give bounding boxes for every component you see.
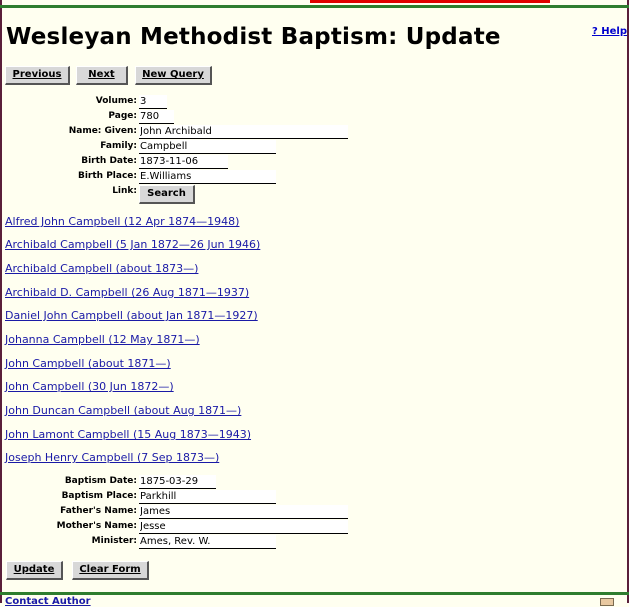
baptism-date-label: Baptism Date: (64, 476, 137, 486)
given-name-label: Name: Given: (68, 126, 137, 136)
page-label: Page: (108, 111, 137, 121)
result-link[interactable]: Archibald D. Campbell (26 Aug 1871—1937) (5, 286, 249, 299)
volume-field[interactable] (139, 95, 167, 109)
result-link[interactable]: Alfred John Campbell (12 Apr 1874—1948) (5, 215, 239, 228)
family-name-field[interactable] (139, 140, 276, 154)
search-button[interactable]: Search (139, 185, 195, 204)
result-link[interactable]: Joseph Henry Campbell (7 Sep 1873—) (5, 451, 219, 464)
previous-button-label: Previous (12, 69, 62, 80)
result-link[interactable]: John Campbell (30 Jun 1872—) (5, 380, 174, 393)
result-link[interactable]: John Campbell (about 1871—) (5, 357, 171, 370)
mother-name-field[interactable] (139, 520, 348, 534)
update-button[interactable]: Update (6, 561, 63, 580)
father-name-label: Father's Name: (60, 506, 137, 516)
result-link[interactable]: John Lamont Campbell (15 Aug 1873—1943) (5, 428, 251, 441)
birth-place-label: Birth Place: (77, 171, 137, 181)
new-query-button[interactable]: New Query (135, 66, 212, 85)
mother-name-label: Mother's Name: (56, 521, 137, 531)
clear-form-button-label: Clear Form (79, 564, 141, 575)
minister-field[interactable] (139, 535, 276, 549)
given-name-field[interactable] (139, 125, 348, 139)
result-link[interactable]: Archibald Campbell (5 Jan 1872—26 Jun 19… (5, 238, 260, 251)
family-name-label: Family: (100, 141, 137, 151)
baptism-place-label: Baptism Place: (61, 491, 137, 501)
minister-label: Minister: (91, 536, 137, 546)
page-field[interactable] (139, 110, 174, 124)
top-red-bar (310, 0, 550, 3)
previous-button[interactable]: Previous (5, 66, 70, 85)
volume-label: Volume: (95, 96, 137, 106)
new-query-button-label: New Query (142, 69, 204, 80)
birth-place-field[interactable] (139, 170, 276, 184)
search-button-label: Search (147, 188, 186, 199)
bottom-divider (0, 592, 629, 595)
birth-date-field[interactable] (139, 155, 228, 169)
top-divider (0, 5, 629, 8)
baptism-place-field[interactable] (139, 490, 276, 504)
page-title: Wesleyan Methodist Baptism: Update (6, 24, 501, 50)
baptism-date-field[interactable] (139, 475, 216, 489)
next-button[interactable]: Next (76, 66, 128, 85)
help-link[interactable]: ? Help (592, 26, 627, 37)
left-frame-border (0, 0, 2, 603)
next-button-label: Next (88, 69, 115, 80)
birth-date-label: Birth Date: (81, 156, 137, 166)
result-link[interactable]: Johanna Campbell (12 May 1871—) (5, 333, 200, 346)
corner-badge (600, 598, 614, 606)
result-link[interactable]: Daniel John Campbell (about Jan 1871—192… (5, 309, 258, 322)
update-button-label: Update (13, 564, 55, 575)
clear-form-button[interactable]: Clear Form (72, 561, 149, 580)
contact-author-link[interactable]: Contact Author (5, 596, 91, 607)
link-label: Link: (112, 186, 137, 196)
result-link[interactable]: Archibald Campbell (about 1873—) (5, 262, 198, 275)
result-link[interactable]: John Duncan Campbell (about Aug 1871—) (5, 404, 241, 417)
father-name-field[interactable] (139, 505, 348, 519)
